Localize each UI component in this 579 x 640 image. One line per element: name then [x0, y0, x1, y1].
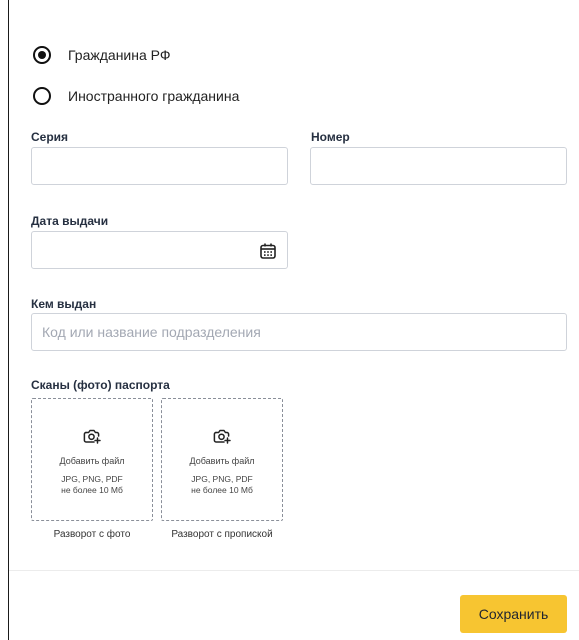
- radio-citizen-rf[interactable]: Гражданина РФ: [33, 46, 170, 64]
- save-button[interactable]: Сохранить: [460, 595, 567, 633]
- file-size-limit: не более 10 Мб: [61, 485, 123, 495]
- number-input[interactable]: [310, 147, 567, 185]
- radio-button-selected[interactable]: [33, 46, 51, 64]
- footer-divider: [9, 570, 579, 571]
- upload-caption-photo: Разворот с фото: [53, 529, 131, 540]
- upload-registration-page[interactable]: Добавить файл JPG, PNG, PDF не более 10 …: [161, 398, 283, 521]
- radio-button[interactable]: [33, 87, 51, 105]
- issued-by-input[interactable]: Код или название подразделения: [31, 313, 567, 351]
- file-size-limit: не более 10 Мб: [191, 485, 253, 495]
- camera-add-icon: [83, 429, 101, 444]
- radio-foreign-citizen[interactable]: Иностранного гражданина: [33, 87, 239, 105]
- upload-caption-registration: Разворот с пропиской: [171, 529, 273, 540]
- upload-photo-page[interactable]: Добавить файл JPG, PNG, PDF не более 10 …: [31, 398, 153, 521]
- issue-date-input[interactable]: [31, 231, 288, 269]
- camera-add-icon: [213, 429, 231, 444]
- series-input[interactable]: [31, 147, 288, 185]
- radio-label: Иностранного гражданина: [68, 88, 240, 104]
- scans-title: Сканы (фото) паспорта: [31, 378, 170, 392]
- file-formats: JPG, PNG, PDF: [61, 474, 123, 484]
- passport-form: Гражданина РФ Иностранного гражданина Се…: [8, 0, 579, 640]
- calendar-icon[interactable]: [259, 242, 277, 260]
- add-file-label: Добавить файл: [59, 456, 125, 466]
- file-formats: JPG, PNG, PDF: [191, 474, 253, 484]
- issued-by-label: Кем выдан: [31, 297, 97, 311]
- issue-date-label: Дата выдачи: [31, 214, 109, 228]
- series-label: Серия: [31, 130, 69, 144]
- add-file-label: Добавить файл: [189, 456, 255, 466]
- number-label: Номер: [311, 130, 350, 144]
- radio-label: Гражданина РФ: [68, 47, 171, 63]
- issued-by-placeholder: Код или название подразделения: [42, 324, 261, 340]
